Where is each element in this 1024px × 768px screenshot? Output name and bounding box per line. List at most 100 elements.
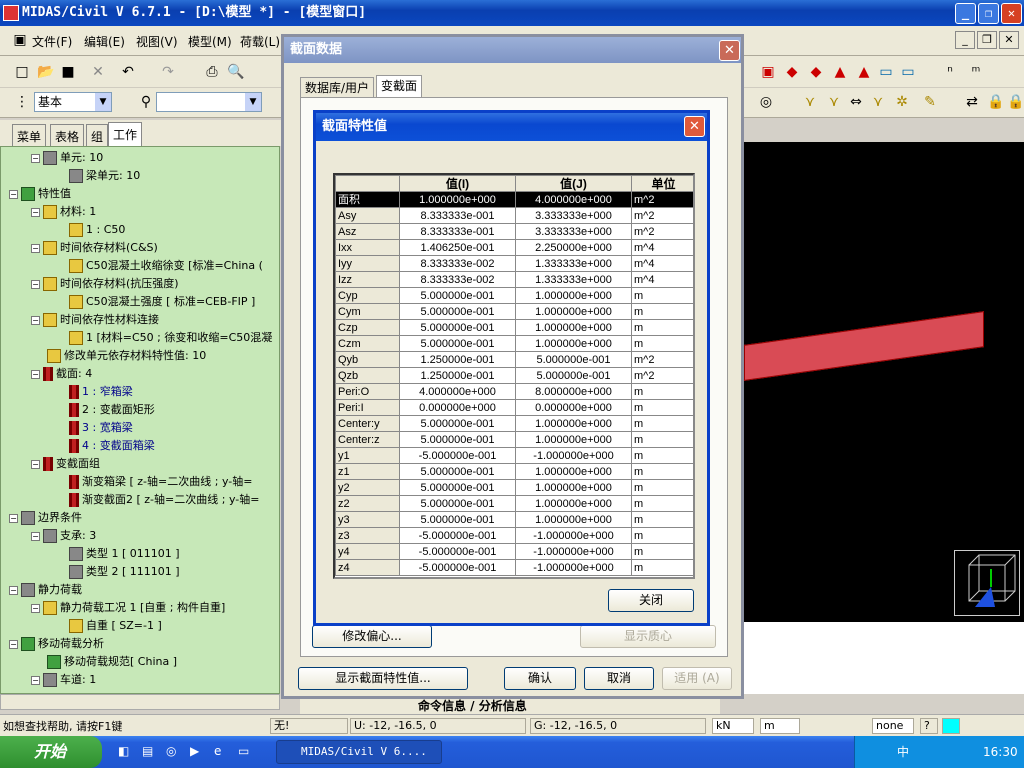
tree-item[interactable]: 1 [材料=C50 ; 徐变和收缩=C50混凝: [69, 329, 272, 347]
table-row[interactable]: Asz 8.333333e-001 3.333333e+000 m^2: [335, 223, 693, 240]
unit-force-select[interactable]: kN: [712, 718, 754, 734]
value-i-cell[interactable]: -5.000000e-001: [399, 527, 516, 544]
row-label[interactable]: Peri:O: [335, 383, 400, 400]
tree-item[interactable]: 1 : 窄箱梁: [69, 383, 133, 401]
tree-item[interactable]: C50混凝土收缩徐变 [标准=China (: [69, 257, 263, 275]
table-row[interactable]: Ixx 1.406250e-001 2.250000e+000 m^4: [335, 239, 693, 256]
view-combo[interactable]: 基本 ▼: [34, 92, 112, 112]
node-3-icon[interactable]: ⋎: [868, 92, 888, 112]
row-label[interactable]: Czm: [335, 335, 400, 352]
value-j-cell[interactable]: 5.000000e-001: [515, 351, 632, 368]
menu-file[interactable]: 文件(F): [32, 33, 72, 50]
tree-expander-icon[interactable]: −: [9, 189, 18, 199]
row-label[interactable]: y1: [335, 447, 400, 464]
monitor-icon[interactable]: ▭: [876, 62, 896, 82]
tree-expander-icon[interactable]: −: [31, 243, 40, 253]
mdi-minimize-button[interactable]: _: [955, 31, 975, 49]
row-label[interactable]: z4: [335, 559, 400, 576]
value-j-cell[interactable]: -1.000000e+000: [515, 527, 632, 544]
tree-item[interactable]: − 静力荷载: [9, 581, 82, 599]
table-row[interactable]: Center:y 5.000000e-001 1.000000e+000 m: [335, 415, 693, 432]
row-label[interactable]: Iyy: [335, 255, 400, 272]
move-icon[interactable]: ⇔: [846, 92, 866, 112]
unit-cell[interactable]: m^2: [631, 367, 693, 384]
tree-expander-icon[interactable]: −: [31, 315, 40, 325]
row-label[interactable]: z2: [335, 495, 400, 512]
line-icon[interactable]: ⇄: [962, 92, 982, 112]
tree-item[interactable]: 修改单元依存材料特性值: 10: [47, 347, 206, 365]
lock-2-icon[interactable]: 🔒: [1006, 92, 1024, 112]
select-combo[interactable]: ▼: [156, 92, 262, 112]
row-label[interactable]: y4: [335, 543, 400, 560]
tree-expander-icon[interactable]: −: [31, 675, 40, 685]
tree-item[interactable]: 4 : 变截面箱梁: [69, 437, 155, 455]
table-row[interactable]: Center:z 5.000000e-001 1.000000e+000 m: [335, 431, 693, 448]
tree-item[interactable]: 类型 2 [ 111101 ]: [69, 563, 180, 581]
doc-icon[interactable]: ▣: [12, 30, 28, 50]
value-i-cell[interactable]: 8.333333e-002: [399, 271, 516, 288]
unit-cell[interactable]: m: [631, 415, 693, 432]
table-row[interactable]: z3 -5.000000e-001 -1.000000e+000 m: [335, 527, 693, 544]
value-i-cell[interactable]: 0.000000e+000: [399, 399, 516, 416]
help-icon[interactable]: ?: [920, 718, 938, 734]
tree-item[interactable]: − 变截面组: [31, 455, 100, 473]
table-row[interactable]: Czm 5.000000e-001 1.000000e+000 m: [335, 335, 693, 352]
node-1-icon[interactable]: ⋎: [800, 92, 820, 112]
unit-cell[interactable]: m: [631, 303, 693, 320]
value-i-cell[interactable]: 5.000000e-001: [399, 415, 516, 432]
tree-expander-icon[interactable]: −: [31, 531, 40, 541]
menu-edit[interactable]: 编辑(E): [84, 33, 125, 50]
header-value-j[interactable]: 值(J): [515, 175, 632, 192]
ie-icon[interactable]: e: [214, 744, 221, 758]
menu-load[interactable]: 荷载(L): [240, 33, 280, 50]
desktop-icon[interactable]: ▭: [238, 744, 249, 758]
value-i-cell[interactable]: 5.000000e-001: [399, 287, 516, 304]
value-j-cell[interactable]: 1.000000e+000: [515, 303, 632, 320]
row-label[interactable]: 面积: [335, 191, 400, 208]
value-j-cell[interactable]: 1.333333e+000: [515, 255, 632, 272]
value-i-cell[interactable]: 5.000000e-001: [399, 495, 516, 512]
tree-item[interactable]: 自重 [ SZ=-1 ]: [69, 617, 162, 635]
section-dialog-close-button[interactable]: ✕: [719, 40, 740, 61]
value-j-cell[interactable]: 8.000000e+000: [515, 383, 632, 400]
header-unit[interactable]: 单位: [631, 175, 693, 192]
tree-item[interactable]: − 特性值: [9, 185, 71, 203]
value-i-cell[interactable]: 1.250000e-001: [399, 351, 516, 368]
value-j-cell[interactable]: 2.250000e+000: [515, 239, 632, 256]
table-row[interactable]: 面积 1.000000e+000 4.000000e+000 m^2: [335, 191, 693, 208]
undo-icon[interactable]: ↶: [118, 62, 138, 82]
value-j-cell[interactable]: 1.000000e+000: [515, 287, 632, 304]
value-j-cell[interactable]: 1.000000e+000: [515, 431, 632, 448]
unit-cell[interactable]: m: [631, 463, 693, 480]
unit-cell[interactable]: m: [631, 335, 693, 352]
value-j-cell[interactable]: 1.000000e+000: [515, 479, 632, 496]
apply-button[interactable]: 适用 (A): [662, 667, 732, 690]
value-i-cell[interactable]: 1.406250e-001: [399, 239, 516, 256]
tree-item[interactable]: 类型 1 [ 011101 ]: [69, 545, 180, 563]
row-label[interactable]: Qzb: [335, 367, 400, 384]
redo-icon[interactable]: ↷: [158, 62, 178, 82]
value-i-cell[interactable]: 1.250000e-001: [399, 367, 516, 384]
table-row[interactable]: z2 5.000000e-001 1.000000e+000 m: [335, 495, 693, 512]
mdi-restore-button[interactable]: ❐: [977, 31, 997, 49]
chevron-down-icon[interactable]: ▼: [95, 93, 111, 111]
row-label[interactable]: Czp: [335, 319, 400, 336]
table-row[interactable]: y2 5.000000e-001 1.000000e+000 m: [335, 479, 693, 496]
tool-icon[interactable]: ✎: [920, 92, 940, 112]
tree-item[interactable]: − 截面: 4: [31, 365, 92, 383]
tab-tapered-section[interactable]: 变截面: [376, 75, 423, 97]
mdi-close-button[interactable]: ✕: [999, 31, 1019, 49]
unit-cell[interactable]: m^4: [631, 255, 693, 272]
table-row[interactable]: Qzb 1.250000e-001 5.000000e-001 m^2: [335, 367, 693, 384]
row-label[interactable]: Ixx: [335, 239, 400, 256]
row-label[interactable]: y3: [335, 511, 400, 528]
tree-item[interactable]: − 时间依存性材料连接: [31, 311, 159, 329]
show-centroid-button[interactable]: 显示质心: [580, 625, 716, 648]
view-axis-cube[interactable]: [954, 550, 1020, 616]
value-j-cell[interactable]: -1.000000e+000: [515, 447, 632, 464]
value-j-cell[interactable]: 1.000000e+000: [515, 463, 632, 480]
row-label[interactable]: Center:y: [335, 415, 400, 432]
tree-item[interactable]: 梁单元: 10: [69, 167, 140, 185]
value-j-cell[interactable]: -1.000000e+000: [515, 559, 632, 576]
unit-cell[interactable]: m: [631, 431, 693, 448]
